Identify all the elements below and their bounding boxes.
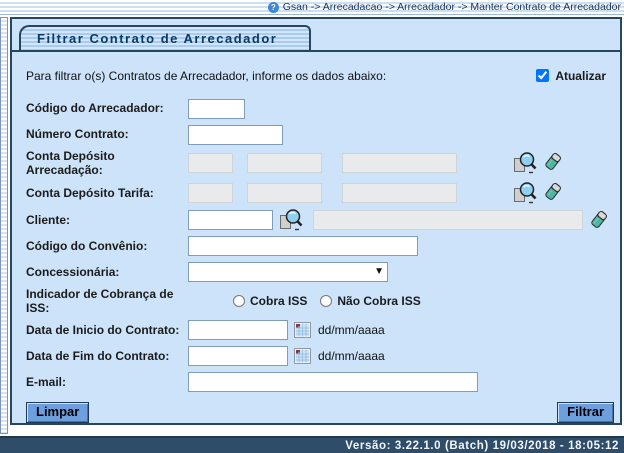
nao-cobra-iss-label: Não Cobra ISS <box>337 294 420 308</box>
calendar-icon[interactable] <box>294 322 311 338</box>
help-icon[interactable]: ? <box>268 2 279 13</box>
page-title: Filtrar Contrato de Arrecadador <box>19 25 311 50</box>
concessionaria-label: Concessionária: <box>26 265 188 279</box>
version-text: Versão: 3.22.1.0 (Batch) 19/03/2018 - 18… <box>345 440 624 452</box>
conta-tarifa-banco-input <box>188 183 233 203</box>
conta-tarifa-actions <box>513 181 564 205</box>
conta-deposito-tarifa-label: Conta Depósito Tarifa: <box>26 186 188 200</box>
conta-arrecadacao-agencia-input <box>247 153 322 173</box>
concessionaria-row: Concessionária: ▼ <box>26 261 620 284</box>
iss-label: Indicador de Cobrança de ISS: <box>26 287 188 316</box>
cobra-iss-radio[interactable] <box>233 295 245 307</box>
cliente-nome-input <box>313 210 583 230</box>
limpar-button[interactable]: Limpar <box>26 402 89 423</box>
numero-contrato-label: Número Contrato: <box>26 127 188 141</box>
data-inicio-label: Data de Inicio do Contrato: <box>26 323 188 337</box>
codigo-arrecadador-row: Código do Arrecadador: <box>26 97 620 120</box>
conta-arrecadacao-conta-input <box>342 153 457 173</box>
search-icon[interactable] <box>513 181 539 205</box>
atualizar-label: Atualizar <box>555 69 606 83</box>
filter-panel: Filtrar Contrato de Arrecadador Para fil… <box>10 17 622 425</box>
panel-tab-bar: Filtrar Contrato de Arrecadador <box>12 19 620 52</box>
conta-deposito-arrecadacao-row: Conta Depósito Arrecadação: <box>26 149 620 178</box>
atualizar-group: Atualizar <box>536 69 606 83</box>
eraser-icon[interactable] <box>588 209 610 231</box>
codigo-arrecadador-label: Código do Arrecadador: <box>26 101 188 115</box>
conta-tarifa-conta-input <box>342 183 457 203</box>
codigo-convenio-label: Código do Convênio: <box>26 239 188 253</box>
search-icon[interactable] <box>513 151 539 175</box>
eraser-icon[interactable] <box>542 151 564 173</box>
eraser-icon[interactable] <box>542 181 564 203</box>
cliente-row: Cliente: <box>26 208 620 232</box>
cobra-iss-label: Cobra ISS <box>250 294 307 308</box>
numero-contrato-input[interactable] <box>188 125 283 145</box>
email-row: E-mail: <box>26 371 620 394</box>
data-fim-input[interactable] <box>188 346 288 366</box>
version-bar: Versão: 3.22.1.0 (Batch) 19/03/2018 - 18… <box>0 436 624 453</box>
conta-arrecadacao-banco-input <box>188 153 233 173</box>
cliente-label: Cliente: <box>26 213 188 227</box>
iss-radio-group: Cobra ISS Não Cobra ISS <box>233 294 429 308</box>
filtrar-button[interactable]: Filtrar <box>557 402 614 423</box>
codigo-arrecadador-input[interactable] <box>188 99 245 119</box>
nao-cobra-iss-radio[interactable] <box>320 295 332 307</box>
intro-row: Para filtrar o(s) Contratos de Arrecadad… <box>26 64 620 87</box>
conta-tarifa-agencia-input <box>247 183 322 203</box>
email-input[interactable] <box>188 372 478 392</box>
search-icon[interactable] <box>279 208 305 232</box>
numero-contrato-row: Número Contrato: <box>26 123 620 146</box>
filter-form: Para filtrar o(s) Contratos de Arrecadad… <box>12 52 620 423</box>
codigo-convenio-row: Código do Convênio: <box>26 235 620 258</box>
breadcrumb-bar: ? Gsan -> Arrecadacao -> Arrecadador -> … <box>0 0 624 15</box>
atualizar-checkbox[interactable] <box>536 69 549 82</box>
email-label: E-mail: <box>26 375 188 389</box>
intro-text: Para filtrar o(s) Contratos de Arrecadad… <box>26 69 386 83</box>
data-inicio-row: Data de Inicio do Contrato: dd/mm/aaaa <box>26 319 620 342</box>
date-format-hint: dd/mm/aaaa <box>318 349 385 363</box>
codigo-convenio-input[interactable] <box>188 236 418 256</box>
conta-arrecadacao-actions <box>513 151 564 175</box>
buttons-row: Limpar Filtrar <box>26 402 614 423</box>
concessionaria-select[interactable] <box>188 262 388 282</box>
calendar-icon[interactable] <box>294 348 311 364</box>
collapsed-menu-strip[interactable] <box>0 17 8 434</box>
cliente-codigo-input[interactable] <box>188 210 273 230</box>
conta-deposito-tarifa-row: Conta Depósito Tarifa: <box>26 181 620 205</box>
date-format-hint: dd/mm/aaaa <box>318 323 385 337</box>
conta-deposito-arrecadacao-label: Conta Depósito Arrecadação: <box>26 149 188 178</box>
data-fim-row: Data de Fim do Contrato: dd/mm/aaaa <box>26 345 620 368</box>
data-inicio-input[interactable] <box>188 320 288 340</box>
breadcrumb: Gsan -> Arrecadacao -> Arrecadador -> Ma… <box>283 1 621 13</box>
iss-row: Indicador de Cobrança de ISS: Cobra ISS … <box>26 287 620 316</box>
data-fim-label: Data de Fim do Contrato: <box>26 349 188 363</box>
